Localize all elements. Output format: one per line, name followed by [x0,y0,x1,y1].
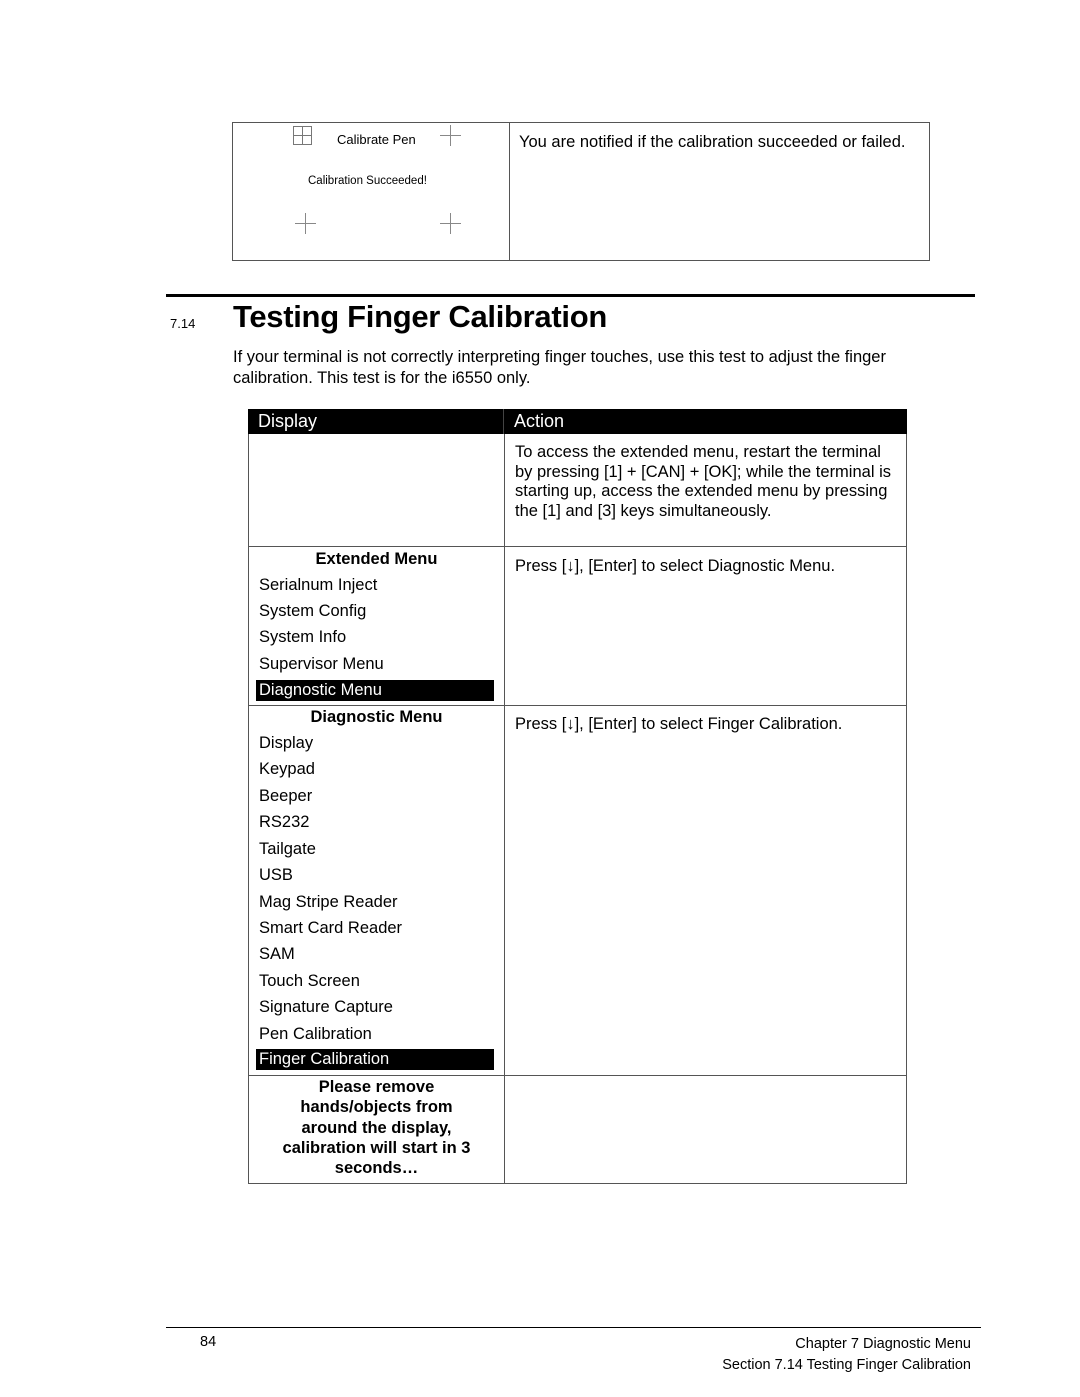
menu-item: Tailgate [259,840,316,858]
prompt-line: Please remove [318,1078,435,1096]
menu-item: System Info [259,628,347,646]
table-header: Display Action [248,409,907,434]
calibration-result-note: You are notified if the calibration succ… [519,133,906,151]
table-row: Diagnostic Menu Display Keypad Beeper RS… [248,706,907,1076]
menu-item: Supervisor Menu [259,655,384,673]
running-footer: Chapter 7 Diagnostic Menu Section 7.14 T… [722,1334,971,1376]
menu-item: Pen Calibration [259,1025,372,1043]
grid-icon [293,126,312,145]
menu-item: RS232 [259,813,310,831]
column-divider [504,547,505,705]
calibration-example-box: Calibrate Pen Calibration Succeeded! You… [232,122,930,261]
menu-title: Extended Menu [315,550,438,568]
crosshair-icon [440,125,461,146]
menu-item: USB [259,866,293,884]
crosshair-icon [440,213,461,234]
calibrate-pen-title: Calibrate Pen [337,132,416,147]
menu-item: Mag Stripe Reader [259,893,398,911]
menu-item: System Config [259,602,367,620]
footer-section: Section 7.14 Testing Finger Calibration [722,1357,971,1373]
menu-title: Diagnostic Menu [310,708,443,726]
footer-chapter: Chapter 7 Diagnostic Menu [795,1336,971,1352]
menu-item: SAM [259,945,295,963]
table-row: To access the extended menu, restart the… [248,434,907,547]
footer-rule [166,1327,981,1328]
column-divider [504,706,505,1075]
menu-item: Signature Capture [259,998,393,1016]
prompt-line: seconds… [334,1159,419,1177]
menu-item: Beeper [259,787,313,805]
section-intro: If your terminal is not correctly interp… [233,348,886,387]
section-number: 7.14 [170,316,196,331]
menu-item: Serialnum Inject [259,576,378,594]
menu-item: Touch Screen [259,972,360,990]
column-divider [504,1076,505,1183]
menu-item-selected: Diagnostic Menu [256,680,494,701]
header-display: Display [258,411,318,431]
action-cell: Press [↓], [Enter] to select Diagnostic … [515,557,836,575]
table-row: Please remove hands/objects from around … [248,1076,907,1184]
section-title: Testing Finger Calibration [233,299,607,334]
prompt-line: hands/objects from [300,1098,453,1116]
header-action: Action [514,411,565,431]
action-cell: Press [↓], [Enter] to select Finger Cali… [515,715,843,733]
column-divider [509,123,510,260]
column-divider [504,434,505,546]
menu-item: Smart Card Reader [259,919,403,937]
menu-item-selected: Finger Calibration [256,1049,494,1070]
crosshair-icon [295,213,316,234]
menu-item: Display [259,734,314,752]
table-row: Extended Menu Serialnum Inject System Co… [248,547,907,706]
action-cell: To access the extended menu, restart the… [515,443,891,520]
display-action-table: Display Action To access the extended me… [248,409,907,1184]
section-rule [166,294,975,297]
header-divider [503,409,504,434]
calibration-status: Calibration Succeeded! [308,175,427,187]
page-number: 84 [200,1334,217,1350]
prompt-line: calibration will start in 3 [282,1139,471,1157]
menu-item: Keypad [259,760,315,778]
prompt-line: around the display, [301,1119,452,1137]
